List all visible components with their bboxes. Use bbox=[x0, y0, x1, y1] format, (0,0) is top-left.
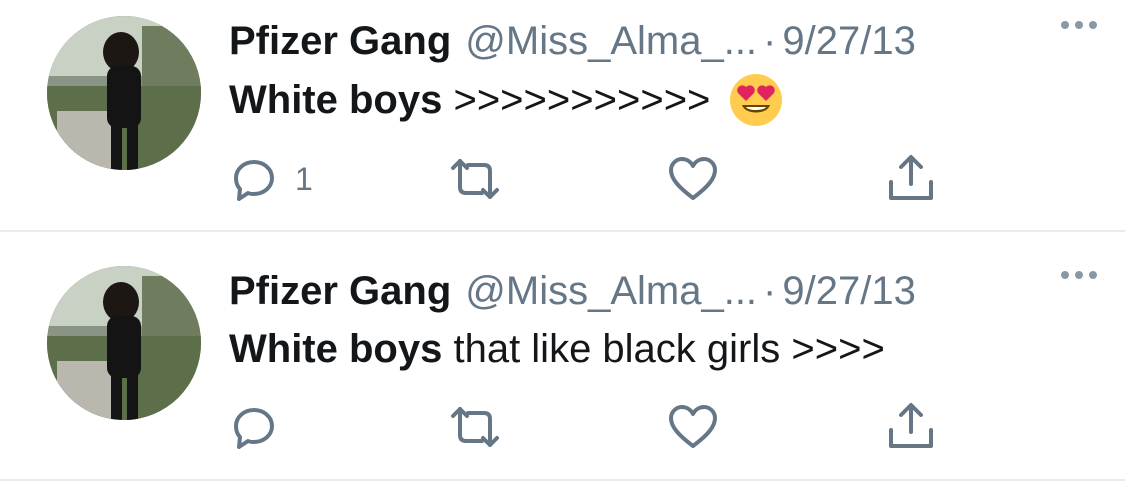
heart-eyes-emoji bbox=[728, 72, 784, 128]
separator: · bbox=[763, 18, 777, 63]
reply-icon[interactable] bbox=[229, 402, 279, 452]
reply-icon[interactable] bbox=[229, 154, 279, 204]
reply-button[interactable] bbox=[229, 402, 295, 452]
more-icon[interactable] bbox=[1049, 10, 1109, 40]
more-icon[interactable] bbox=[1049, 260, 1109, 290]
share-icon[interactable] bbox=[885, 154, 937, 204]
avatar[interactable] bbox=[47, 16, 201, 170]
display-name[interactable]: Pfizer Gang bbox=[229, 269, 451, 314]
retweet-button[interactable] bbox=[447, 154, 503, 204]
tweet-date[interactable]: 9/27/13 bbox=[782, 19, 915, 64]
separator: · bbox=[763, 268, 777, 313]
reply-button[interactable]: 1 bbox=[229, 154, 313, 204]
retweet-icon[interactable] bbox=[447, 402, 503, 452]
tweet-text: White boys >>>>>>>>>>> bbox=[229, 72, 784, 128]
like-button[interactable] bbox=[667, 402, 719, 452]
share-icon[interactable] bbox=[885, 402, 937, 452]
share-button[interactable] bbox=[885, 154, 937, 204]
tweet-text-rest: that like black girls >>>> bbox=[442, 327, 885, 371]
tweet-text-bold: White boys bbox=[229, 327, 443, 371]
like-icon[interactable] bbox=[667, 402, 719, 452]
retweet-button[interactable] bbox=[447, 402, 503, 452]
tweet-text-bold: White boys bbox=[229, 78, 443, 122]
tweet[interactable]: Pfizer Gang @Miss_Alma_... · 9/27/13 Whi… bbox=[0, 0, 1125, 232]
handle[interactable]: @Miss_Alma_... bbox=[465, 269, 757, 314]
tweet-actions: 1 bbox=[229, 154, 949, 204]
retweet-icon[interactable] bbox=[447, 154, 503, 204]
handle[interactable]: @Miss_Alma_... bbox=[465, 19, 757, 64]
tweet-text: White boys that like black girls >>>> bbox=[229, 322, 885, 376]
share-button[interactable] bbox=[885, 402, 937, 452]
tweet-actions bbox=[229, 402, 949, 452]
avatar[interactable] bbox=[47, 266, 201, 420]
tweet-text-rest: >>>>>>>>>>> bbox=[442, 78, 711, 122]
display-name[interactable]: Pfizer Gang bbox=[229, 19, 451, 64]
like-icon[interactable] bbox=[667, 154, 719, 204]
reply-count: 1 bbox=[295, 160, 313, 197]
tweet-date[interactable]: 9/27/13 bbox=[782, 269, 915, 314]
tweet[interactable]: Pfizer Gang @Miss_Alma_... · 9/27/13 Whi… bbox=[0, 232, 1125, 481]
like-button[interactable] bbox=[667, 154, 719, 204]
